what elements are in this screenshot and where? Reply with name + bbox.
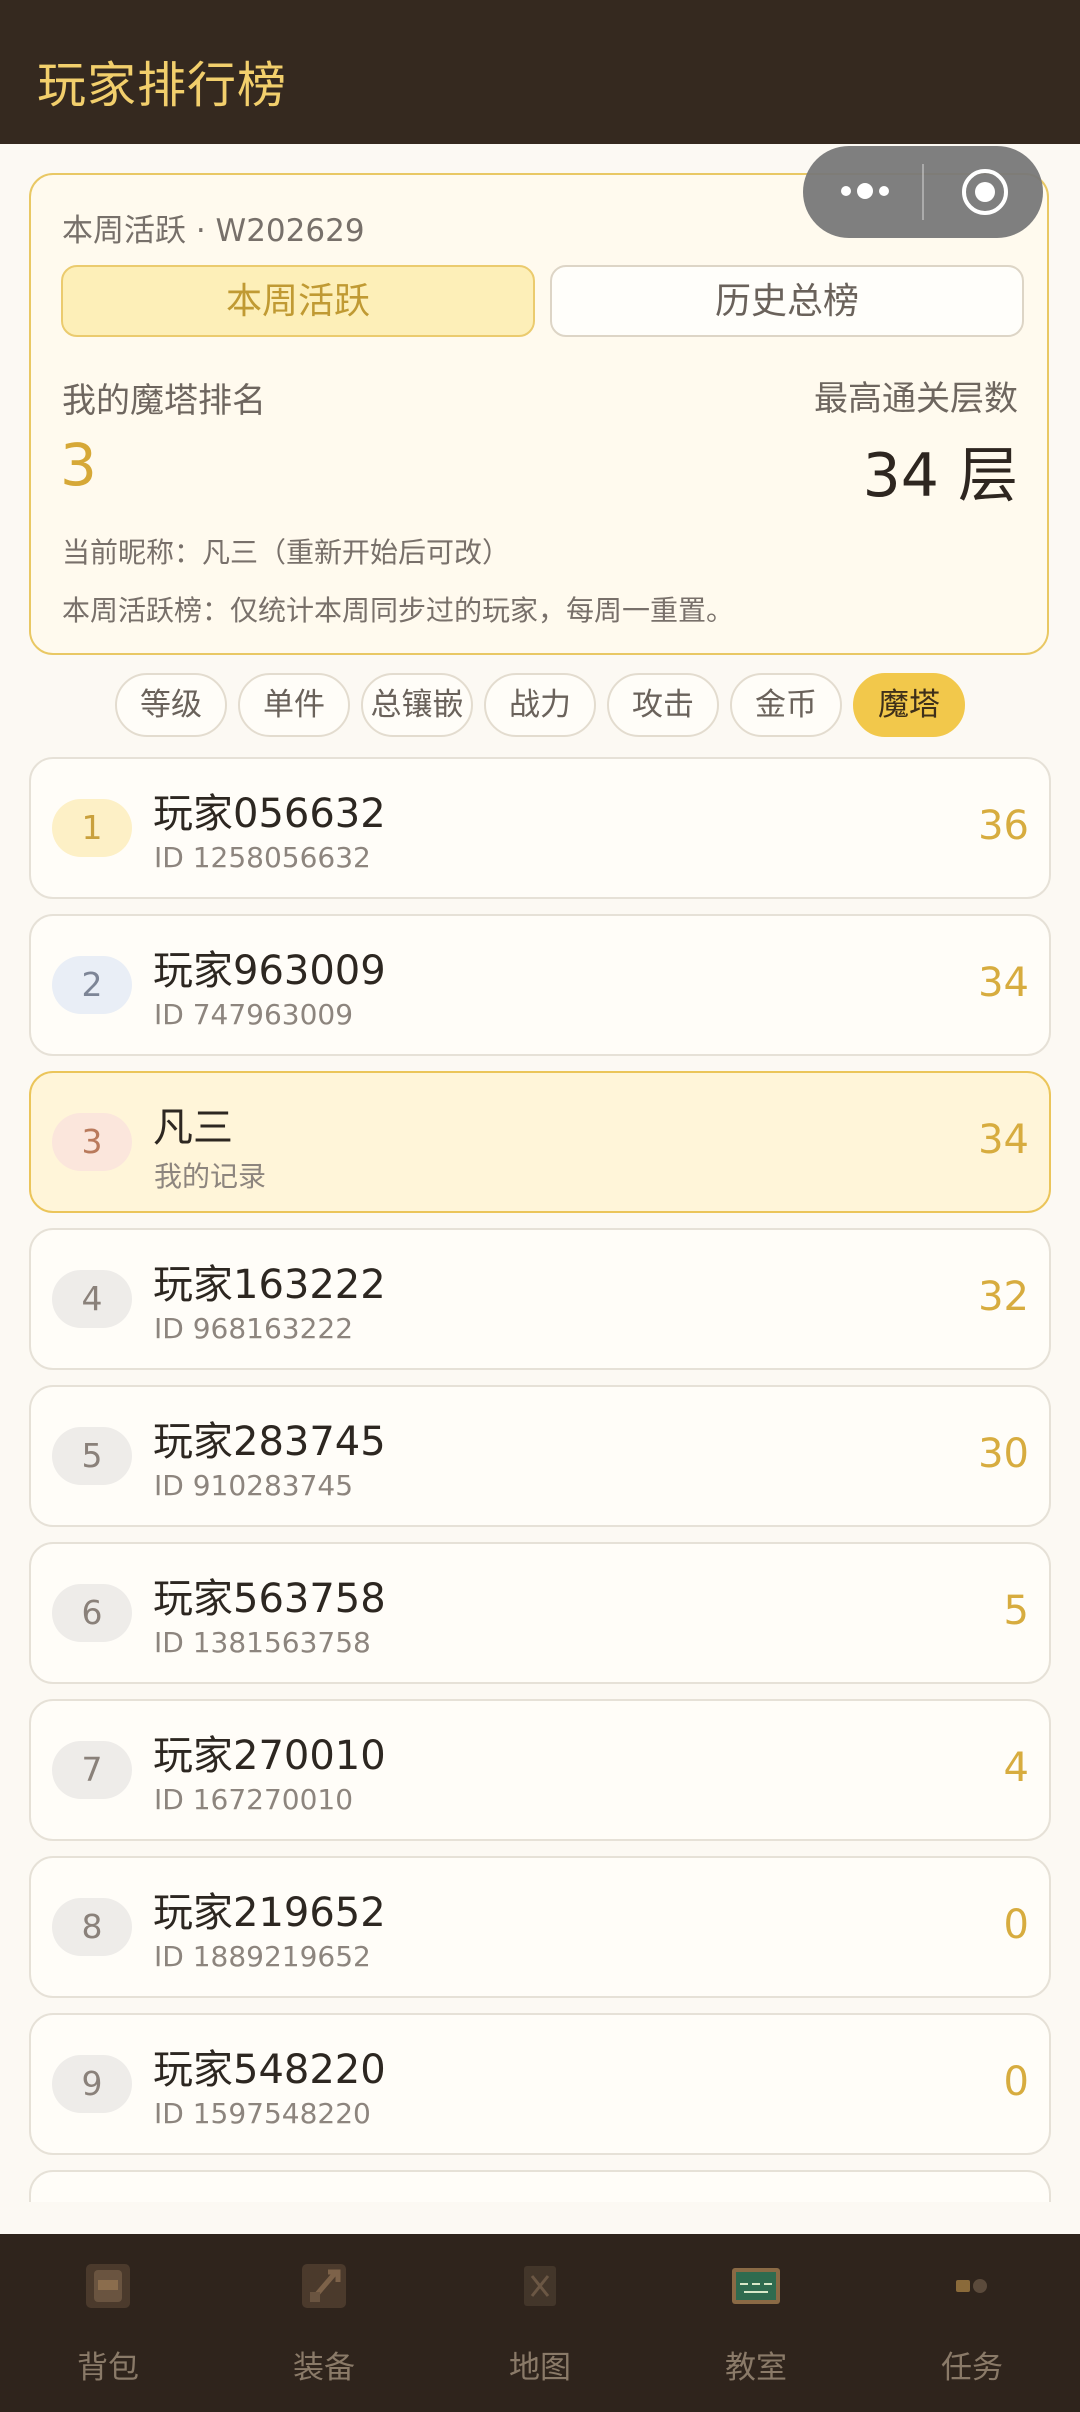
player-name: 凡三	[153, 1105, 233, 1151]
my-rank-label: 我的魔塔排名	[62, 381, 266, 421]
tab-label: 地图	[509, 2350, 571, 2386]
player-id: ID 910283745	[154, 1469, 354, 1502]
ranking-row[interactable]: 2 玩家963009 ID 747963009 34	[29, 914, 1051, 1056]
rank-badge: 2	[52, 956, 132, 1014]
player-score: 5	[1003, 1588, 1029, 1634]
my-record-label: 我的记录	[154, 1160, 267, 1193]
player-id: ID 1381563758	[154, 1626, 371, 1659]
backpack-icon	[86, 2264, 130, 2308]
ranking-row[interactable]: 5 玩家283745 ID 910283745 30	[29, 1385, 1051, 1527]
ranking-row[interactable]: 9 玩家548220 ID 1597548220 0	[29, 2013, 1051, 2155]
classroom-blackboard-icon	[732, 2268, 780, 2304]
player-name: 玩家963009	[153, 948, 386, 994]
ranking-row[interactable]: 7 玩家270010 ID 167270010 4	[29, 1699, 1051, 1841]
player-id: ID 167270010	[154, 1783, 354, 1816]
player-id: ID 1258056632	[154, 841, 371, 874]
player-name: 玩家056632	[153, 791, 386, 837]
more-icon[interactable]	[835, 178, 905, 206]
player-score: 34	[978, 960, 1029, 1006]
chip-magic-tower[interactable]: 魔塔	[853, 673, 965, 737]
rank-badge: 8	[52, 1898, 132, 1956]
player-name: 玩家219652	[153, 1890, 386, 1936]
task-icon	[956, 2279, 987, 2293]
tab-backpack[interactable]: 背包	[0, 2234, 216, 2412]
chip-level[interactable]: 等级	[115, 673, 227, 737]
rank-badge: 3	[52, 1113, 132, 1171]
chip-total-inlay[interactable]: 总镶嵌	[361, 673, 473, 737]
chip-gold[interactable]: 金币	[730, 673, 842, 737]
chip-attack[interactable]: 攻击	[607, 673, 719, 737]
player-name: 玩家163222	[153, 1262, 386, 1308]
rank-badge: 5	[52, 1427, 132, 1485]
best-floor-value: 34 层	[862, 441, 1018, 511]
player-score: 32	[978, 1274, 1029, 1320]
tab-equipment[interactable]: 装备	[216, 2234, 432, 2412]
miniprogram-capsule	[803, 146, 1043, 238]
rank-badge: 9	[52, 2055, 132, 2113]
week-label: 本周活跃 · W202629	[62, 213, 365, 249]
tab-label: 教室	[725, 2350, 787, 2386]
player-name: 玩家563758	[153, 1576, 386, 1622]
player-score: 0	[1003, 1902, 1029, 1948]
tab-map[interactable]: 地图	[432, 2234, 648, 2412]
my-rank-value: 3	[60, 431, 97, 499]
player-name: 玩家270010	[153, 1733, 386, 1779]
player-score: 0	[1003, 2059, 1029, 2105]
player-id: ID 1889219652	[154, 1940, 371, 1973]
tab-label: 任务	[941, 2350, 1003, 2386]
tab-label: 背包	[77, 2350, 139, 2386]
player-name: 玩家548220	[153, 2047, 386, 2093]
player-id: ID 968163222	[154, 1312, 354, 1345]
ranking-row[interactable]: 8 玩家219652 ID 1889219652 0	[29, 1856, 1051, 1998]
capsule-divider	[922, 164, 924, 220]
ranking-row[interactable]: 6 玩家563758 ID 1381563758 5	[29, 1542, 1051, 1684]
nickname-line: 当前昵称：凡三（重新开始后可改）	[62, 536, 511, 569]
app-header: 玩家排行榜	[0, 0, 1080, 144]
rank-badge: 1	[52, 799, 132, 857]
best-floor-label: 最高通关层数	[814, 379, 1018, 419]
tab-label: 装备	[293, 2350, 355, 2386]
player-id: ID 1597548220	[154, 2097, 371, 2130]
ranking-row-partial[interactable]	[29, 2170, 1051, 2202]
reset-note: 本周活跃榜：仅统计本周同步过的玩家，每周一重置。	[62, 594, 735, 627]
ranking-row[interactable]: 4 玩家163222 ID 968163222 32	[29, 1228, 1051, 1370]
ranking-row-me[interactable]: 3 凡三 我的记录 34	[29, 1071, 1051, 1213]
tab-classroom[interactable]: 教室	[648, 2234, 864, 2412]
ranking-row[interactable]: 1 玩家056632 ID 1258056632 36	[29, 757, 1051, 899]
equipment-icon	[302, 2264, 346, 2308]
rank-badge: 4	[52, 1270, 132, 1328]
close-miniprogram-icon[interactable]	[959, 166, 1011, 218]
tab-all-time[interactable]: 历史总榜	[550, 265, 1024, 337]
player-id: ID 747963009	[154, 998, 354, 1031]
rank-badge: 7	[52, 1741, 132, 1799]
player-score: 30	[978, 1431, 1029, 1477]
rank-badge: 6	[52, 1584, 132, 1642]
page-title: 玩家排行榜	[37, 57, 288, 114]
bottom-tab-bar: 背包 装备 地图 教室 任务	[0, 2234, 1080, 2412]
player-score: 36	[978, 803, 1029, 849]
category-chips: 等级 单件 总镶嵌 战力 攻击 金币 魔塔	[0, 673, 1080, 739]
map-icon	[524, 2266, 556, 2306]
tab-weekly-active[interactable]: 本周活跃	[61, 265, 535, 337]
player-score: 34	[978, 1117, 1029, 1163]
tab-tasks[interactable]: 任务	[864, 2234, 1080, 2412]
ranking-list[interactable]: 1 玩家056632 ID 1258056632 36 2 玩家963009 I…	[0, 756, 1080, 2202]
chip-single-item[interactable]: 单件	[238, 673, 350, 737]
my-rank-card: 本周活跃 · W202629 本周活跃 历史总榜 我的魔塔排名 3 最高通关层数…	[29, 173, 1049, 655]
leaderboard-page: 玩家排行榜 本周活跃 · W202629 本周活跃 历史总榜 我的魔塔排名 3 …	[0, 0, 1080, 2412]
chip-power[interactable]: 战力	[484, 673, 596, 737]
player-score: 4	[1003, 1745, 1029, 1791]
player-name: 玩家283745	[153, 1419, 386, 1465]
